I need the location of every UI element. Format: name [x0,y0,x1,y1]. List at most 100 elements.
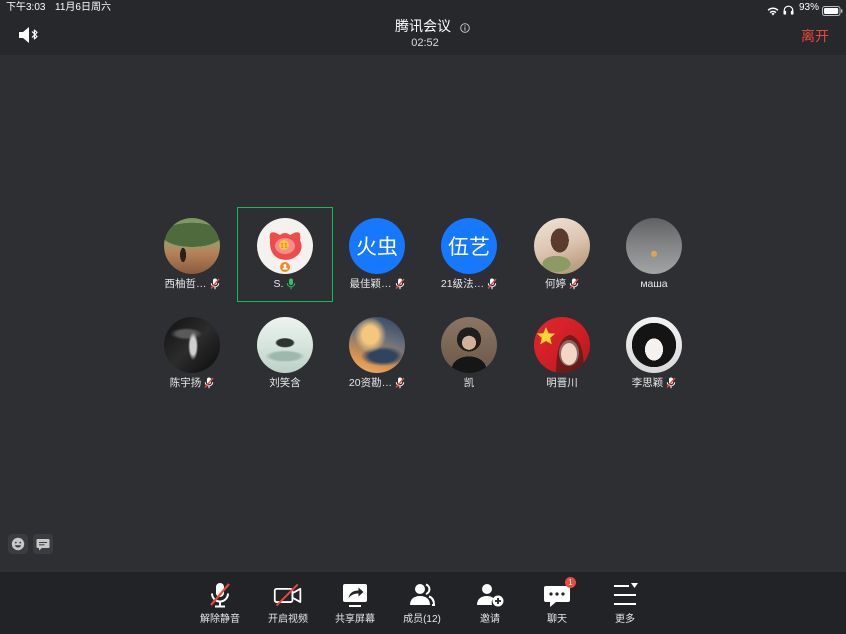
status-time: 下午3:03 [6,2,46,13]
participant-tile[interactable]: 凯 [423,306,515,402]
members-button[interactable]: 成员(12) [390,572,454,634]
meeting-timer: 02:52 [411,37,439,49]
more-menu-icon [610,580,640,610]
info-icon[interactable] [460,20,470,33]
participant-name: 李思颖 [631,377,664,389]
leave-button[interactable]: 离开 [801,27,829,45]
participant-tile[interactable]: 伍艺 21级法… [423,207,515,303]
participant-tile[interactable]: 明晋川 [516,306,608,402]
participant-avatar [257,317,313,373]
participant-avatar [534,218,590,274]
mic-muted-icon [666,377,676,389]
participant-avatar [441,317,497,373]
more-button[interactable]: 更多 [593,572,657,634]
start-video-button[interactable]: 开启视频 [256,572,320,634]
meeting-title: 腾讯会议 [395,18,451,34]
unread-badge: 1 [565,577,576,588]
chat-label: 聊天 [547,614,567,625]
chat-button[interactable]: 1 聊天 [525,572,589,634]
participant-label: 刘笑含 [239,376,331,390]
participant-avatar [164,218,220,274]
participant-avatar [349,317,405,373]
battery-icon [822,3,843,16]
mic-muted-icon [394,278,405,290]
participant-name: 陈宇扬 [169,377,202,389]
participant-tile-active-speaker[interactable]: 11 S. [237,207,333,303]
participant-tile[interactable]: маша [608,207,700,303]
video-off-icon [273,580,303,610]
tencent-meeting-screen: 下午3:03 11月6日周六 93% 腾讯会议 02:52 离开 西柚哲… 11… [0,0,846,634]
wifi-icon [767,3,779,16]
participant-text-avatar: 伍艺 [441,218,497,274]
invite-label: 邀请 [480,614,500,625]
participant-label: 明晋川 [516,376,608,390]
participant-label: 21级法… [423,277,515,291]
share-screen-icon [340,580,370,610]
flag-star-icon [536,327,584,373]
participant-avatar: 11 [257,218,313,274]
participant-label: S. [239,277,331,291]
participant-name: 西柚哲… [164,278,207,290]
participant-label: 凯 [423,376,515,390]
participant-label: 陈宇扬 [146,376,238,390]
participant-avatar [626,317,682,373]
mic-muted-icon [205,580,235,610]
participant-grid: 西柚哲… 11 S. 火虫 最佳颖… 伍艺 21级法… 何婷 маша 陈宇扬 … [146,207,698,402]
participant-tile[interactable]: 李思颖 [608,306,700,402]
participant-label: 最佳颖… [331,277,423,291]
speaker-icon [19,27,38,43]
participant-avatar [626,218,682,274]
participant-name: 21级法… [440,278,485,290]
mic-muted-icon [209,278,220,290]
participant-label: маша [608,277,700,291]
participant-label: 20资勘… [331,376,423,390]
quick-chat-button[interactable] [33,534,53,554]
chat-bubble-icon [36,538,50,550]
emoji-icon [11,537,25,551]
invite-button[interactable]: 邀请 [458,572,522,634]
start-video-label: 开启视频 [268,614,308,625]
participant-tile[interactable]: 刘笑含 [239,306,331,402]
svg-text:11: 11 [280,243,288,250]
mic-muted-icon [487,278,497,290]
participant-name: 20资勘… [348,377,393,389]
participant-name: 刘笑含 [269,377,301,389]
participant-label: 李思颖 [608,376,700,390]
mic-muted-icon [395,377,405,389]
share-screen-label: 共享屏幕 [335,614,375,625]
members-label: 成员(12) [403,614,441,625]
mic-muted-icon [204,377,214,389]
participant-name: маша [640,278,668,290]
status-date: 11月6日周六 [55,2,111,13]
add-user-icon [475,580,505,610]
participant-name: 凯 [463,377,475,389]
participant-tile[interactable]: 何婷 [516,207,608,303]
mic-active-icon [286,278,296,290]
participant-label: 何婷 [516,277,608,291]
meeting-toolbar: 解除静音 开启视频 共享屏幕 成员(12) 邀请 1 聊天 更多 [0,572,846,634]
participant-avatar [534,317,590,373]
pig-avatar-icon: 11 [269,232,302,272]
battery-percent: 93% [799,2,820,13]
participant-text-avatar: 火虫 [349,218,405,274]
share-screen-button[interactable]: 共享屏幕 [323,572,387,634]
participant-tile[interactable]: 20资勘… [331,306,423,402]
emoji-reaction-button[interactable] [8,534,28,554]
top-bar: 下午3:03 11月6日周六 93% 腾讯会议 02:52 离开 [0,0,846,55]
speaker-bluetooth-button[interactable] [18,26,40,44]
participant-tile[interactable]: 火虫 最佳颖… [331,207,423,303]
mic-muted-icon [569,278,579,290]
unmute-label: 解除静音 [200,614,240,625]
participant-name: 最佳颖… [349,278,392,290]
participant-label: 西柚哲… [146,277,238,291]
participant-name: 何婷 [545,278,566,290]
more-label: 更多 [615,614,635,625]
participant-avatar [164,317,220,373]
unmute-button[interactable]: 解除静音 [188,572,252,634]
participant-tile[interactable]: 西柚哲… [146,207,238,303]
headphones-icon [783,2,794,15]
participant-name: S. [273,278,284,290]
participant-tile[interactable]: 陈宇扬 [146,306,238,402]
members-icon [407,580,437,610]
participant-name: 明晋川 [546,377,578,389]
